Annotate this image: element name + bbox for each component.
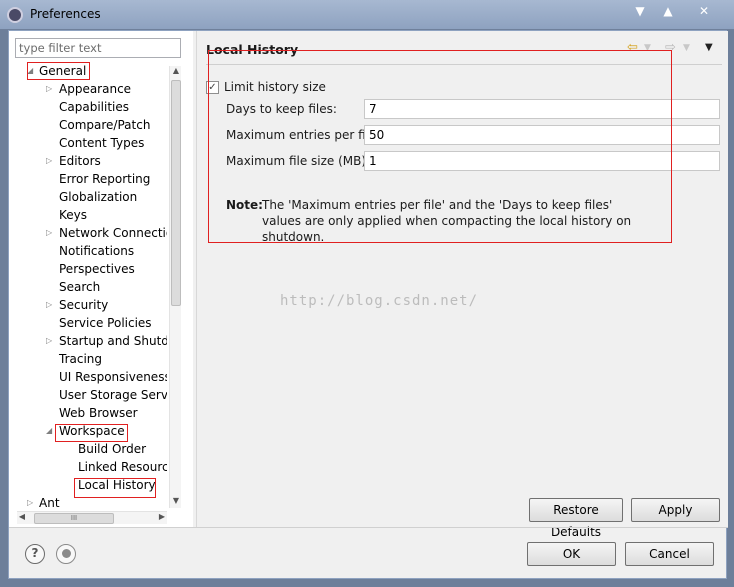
tree-collapsed-icon[interactable]: ▷ <box>27 494 33 512</box>
cancel-button[interactable]: Cancel <box>625 542 714 566</box>
tree-collapsed-icon[interactable]: ▷ <box>46 80 52 98</box>
forward-dropdown-icon[interactable]: ▼ <box>683 40 690 56</box>
scroll-down-icon[interactable]: ▼ <box>171 496 181 508</box>
minimize-button[interactable]: ▼ <box>628 2 652 20</box>
tree-collapsed-icon[interactable]: ▷ <box>46 152 52 170</box>
tree-item[interactable]: User Storage Service <box>59 386 167 404</box>
preferences-dialog: ◢General▷AppearanceCapabilitiesCompare/P… <box>8 30 728 579</box>
tree-item[interactable]: UI Responsiveness M <box>59 368 167 386</box>
annotation-box-local-history <box>74 478 156 498</box>
tree-item[interactable]: Search <box>59 278 100 296</box>
scroll-thumb[interactable] <box>171 80 181 306</box>
tree-item[interactable]: Perspectives <box>59 260 135 278</box>
import-export-icon[interactable] <box>56 544 76 564</box>
tree-item[interactable]: Globalization <box>59 188 137 206</box>
tree-item[interactable]: Service Policies <box>59 314 152 332</box>
tree-item[interactable]: Keys <box>59 206 87 224</box>
footer-separator <box>9 527 728 528</box>
view-menu-icon[interactable]: ▼ <box>705 40 713 56</box>
maximize-button[interactable]: ▲ <box>656 2 680 20</box>
apply-button[interactable]: Apply <box>631 498 720 522</box>
tree-vertical-scrollbar[interactable]: ▲ ▼ <box>169 66 181 508</box>
ok-button[interactable]: OK <box>527 542 616 566</box>
tree-collapsed-icon[interactable]: ▷ <box>46 224 52 242</box>
title-bar: Preferences ▼ ▲ ✕ <box>0 0 734 30</box>
annotation-box-local-history-settings <box>208 50 672 243</box>
tree-item[interactable]: Startup and Shutdow <box>59 332 167 350</box>
tree-item[interactable]: Tracing <box>59 350 102 368</box>
tree-expanded-icon[interactable]: ◢ <box>46 422 52 440</box>
tree-horizontal-scrollbar[interactable]: ◀ III ▶ <box>17 511 167 524</box>
tree-item[interactable]: Editors <box>59 152 101 170</box>
tree-item[interactable]: Appearance <box>59 80 131 98</box>
annotation-box-general <box>27 62 90 80</box>
window-title: Preferences <box>30 7 101 21</box>
scroll-up-icon[interactable]: ▲ <box>171 66 181 78</box>
tree-item[interactable]: Capabilities <box>59 98 129 116</box>
tree-item[interactable]: Web Browser <box>59 404 138 422</box>
watermark-text: http://blog.csdn.net/ <box>280 293 479 309</box>
panel-splitter[interactable] <box>193 31 197 527</box>
hscroll-thumb[interactable]: III <box>34 513 114 524</box>
restore-defaults-button[interactable]: Restore Defaults <box>529 498 623 539</box>
tree-item[interactable]: Build Order <box>78 440 146 458</box>
help-icon[interactable]: ? <box>25 544 45 564</box>
close-button[interactable]: ✕ <box>692 2 716 20</box>
tree-item[interactable]: Error Reporting <box>59 170 150 188</box>
annotation-box-workspace <box>55 424 128 442</box>
tree-item[interactable]: Compare/Patch <box>59 116 150 134</box>
tree-item[interactable]: Security <box>59 296 108 314</box>
tree-collapsed-icon[interactable]: ▷ <box>46 332 52 350</box>
preferences-app-icon <box>7 7 23 23</box>
filter-input[interactable] <box>15 38 181 58</box>
tree-item[interactable]: Content Types <box>59 134 144 152</box>
tree-collapsed-icon[interactable]: ▷ <box>46 296 52 314</box>
tree-item[interactable]: Linked Resource <box>78 458 167 476</box>
preference-tree: ◢ General ▷ Appearance Capabilities Compare/P… <box>9 62 167 514</box>
scroll-left-icon[interactable]: ◀ <box>17 512 27 525</box>
preference-tree-panel: ◢General▷AppearanceCapabilitiesCompare/P… <box>9 31 193 527</box>
scroll-right-icon[interactable]: ▶ <box>157 512 167 525</box>
tree-item[interactable]: Network Connection <box>59 224 167 242</box>
tree-item[interactable]: Ant <box>39 494 60 512</box>
tree-item[interactable]: Notifications <box>59 242 134 260</box>
